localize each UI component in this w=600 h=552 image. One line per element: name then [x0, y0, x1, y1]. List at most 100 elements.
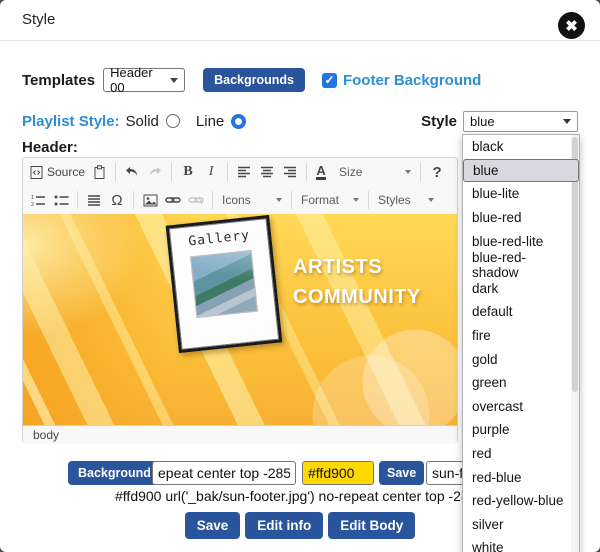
- format-dropdown[interactable]: Format: [297, 189, 363, 211]
- style-option-white[interactable]: white: [463, 536, 579, 552]
- style-option-purple[interactable]: purple: [463, 418, 579, 442]
- element-path: body: [33, 428, 59, 442]
- gallery-photo: [190, 250, 258, 318]
- footer-background-checkbox[interactable]: ✓: [322, 73, 337, 88]
- chevron-down-icon: [276, 198, 282, 202]
- templates-row: Templates Header 00 Backgrounds ✓ Footer…: [22, 68, 481, 92]
- style-option-dark[interactable]: dark: [463, 277, 579, 301]
- style-option-blue[interactable]: blue: [463, 159, 579, 183]
- bulleted-list-button[interactable]: [50, 189, 72, 211]
- style-option-black[interactable]: black: [463, 135, 579, 159]
- header-section-label: Header:: [22, 139, 78, 156]
- editor-status-bar[interactable]: body: [23, 425, 457, 444]
- unlink-icon: [188, 195, 204, 205]
- unlink-button[interactable]: [185, 189, 207, 211]
- numbered-list-icon: 12: [31, 194, 46, 207]
- edit-body-button[interactable]: Edit Body: [328, 512, 415, 539]
- style-option-blue-lite[interactable]: blue-lite: [463, 182, 579, 206]
- style-option-overcast[interactable]: overcast: [463, 395, 579, 419]
- redo-icon: [147, 165, 163, 179]
- text-color-icon: A: [316, 164, 325, 180]
- horizontal-rule-button[interactable]: [83, 189, 105, 211]
- style-option-green[interactable]: green: [463, 371, 579, 395]
- divider: [0, 40, 600, 41]
- style-select-value: blue: [470, 114, 495, 129]
- align-left-button[interactable]: [233, 161, 255, 183]
- paste-button[interactable]: [88, 161, 110, 183]
- paste-icon: [92, 165, 107, 180]
- style-option-red-yellow-blue[interactable]: red-yellow-blue: [463, 489, 579, 513]
- dialog-title: Style: [22, 11, 55, 28]
- special-char-button[interactable]: Ω: [106, 189, 128, 211]
- separator: [227, 163, 228, 181]
- chevron-down-icon: [563, 119, 571, 124]
- align-center-button[interactable]: [256, 161, 278, 183]
- close-icon: ✖: [565, 17, 578, 35]
- background-color-input[interactable]: [302, 461, 374, 485]
- editor-toolbar-row2: 12 Ω Icons: [23, 186, 457, 214]
- background-save-button[interactable]: Save: [379, 461, 424, 485]
- templates-select[interactable]: Header 00: [103, 68, 185, 92]
- templates-select-value: Header 00: [110, 65, 156, 95]
- line-radio[interactable]: [231, 114, 246, 129]
- icons-dropdown[interactable]: Icons: [218, 189, 286, 211]
- banner-heading: ARTISTS COMMUNITY: [293, 252, 421, 312]
- style-option-gold[interactable]: gold: [463, 347, 579, 371]
- align-right-icon: [283, 166, 297, 178]
- styles-dropdown[interactable]: Styles: [374, 189, 438, 211]
- redo-button[interactable]: [144, 161, 166, 183]
- italic-button[interactable]: I: [200, 161, 222, 183]
- style-dialog: Style ✖ Templates Header 00 Backgrounds …: [0, 0, 600, 552]
- separator: [171, 163, 172, 181]
- background-button[interactable]: Background: [68, 461, 161, 485]
- style-option-silver[interactable]: silver: [463, 513, 579, 537]
- style-options-list: blackblueblue-liteblue-redblue-red-liteb…: [462, 134, 580, 552]
- checkmark-icon: ✓: [324, 73, 334, 87]
- separator: [420, 163, 421, 181]
- close-button[interactable]: ✖: [558, 12, 585, 39]
- style-select[interactable]: blue: [463, 111, 578, 132]
- scrollbar-track[interactable]: [571, 135, 579, 552]
- style-option-blue-red[interactable]: blue-red: [463, 206, 579, 230]
- separator: [306, 163, 307, 181]
- align-center-icon: [260, 166, 274, 178]
- style-option-red-blue[interactable]: red-blue: [463, 465, 579, 489]
- separator: [77, 191, 78, 209]
- image-icon: [143, 194, 158, 207]
- chevron-down-icon: [353, 198, 359, 202]
- help-button[interactable]: ?: [426, 161, 448, 183]
- source-button[interactable]: Source: [27, 161, 87, 183]
- undo-button[interactable]: [121, 161, 143, 183]
- svg-text:1: 1: [31, 195, 34, 201]
- separator: [133, 191, 134, 209]
- edit-info-button[interactable]: Edit info: [245, 512, 323, 539]
- separator: [368, 191, 369, 209]
- gallery-frame-image: Gallery: [166, 215, 283, 353]
- save-button[interactable]: Save: [185, 512, 241, 539]
- solid-radio[interactable]: [166, 114, 180, 128]
- text-color-button[interactable]: A: [312, 161, 334, 183]
- separator: [212, 191, 213, 209]
- editor-content-banner[interactable]: Gallery ARTISTS COMMUNITY: [23, 214, 457, 425]
- background-css-caption: #ffd900 url('_bak/sun-footer.jpg') no-re…: [115, 488, 491, 504]
- style-option-fire[interactable]: fire: [463, 324, 579, 348]
- background-position-input[interactable]: [152, 461, 296, 485]
- align-right-button[interactable]: [279, 161, 301, 183]
- style-option-red[interactable]: red: [463, 442, 579, 466]
- style-option-blue-red-shadow[interactable]: blue-red-shadow: [463, 253, 579, 277]
- numbered-list-button[interactable]: 12: [27, 189, 49, 211]
- chevron-down-icon: [428, 198, 434, 202]
- link-button[interactable]: [162, 189, 184, 211]
- link-icon: [165, 195, 181, 205]
- backgrounds-button[interactable]: Backgrounds: [203, 68, 305, 92]
- templates-label: Templates: [22, 72, 95, 89]
- size-dropdown[interactable]: Size: [335, 161, 415, 183]
- image-button[interactable]: [139, 189, 161, 211]
- bold-button[interactable]: B: [177, 161, 199, 183]
- line-label: Line: [196, 113, 224, 130]
- editor-toolbar-row1: Source B I: [23, 158, 457, 186]
- bulleted-list-icon: [54, 194, 69, 207]
- solid-label: Solid: [126, 113, 159, 130]
- footer-background-label: Footer Background: [343, 72, 481, 89]
- style-option-default[interactable]: default: [463, 300, 579, 324]
